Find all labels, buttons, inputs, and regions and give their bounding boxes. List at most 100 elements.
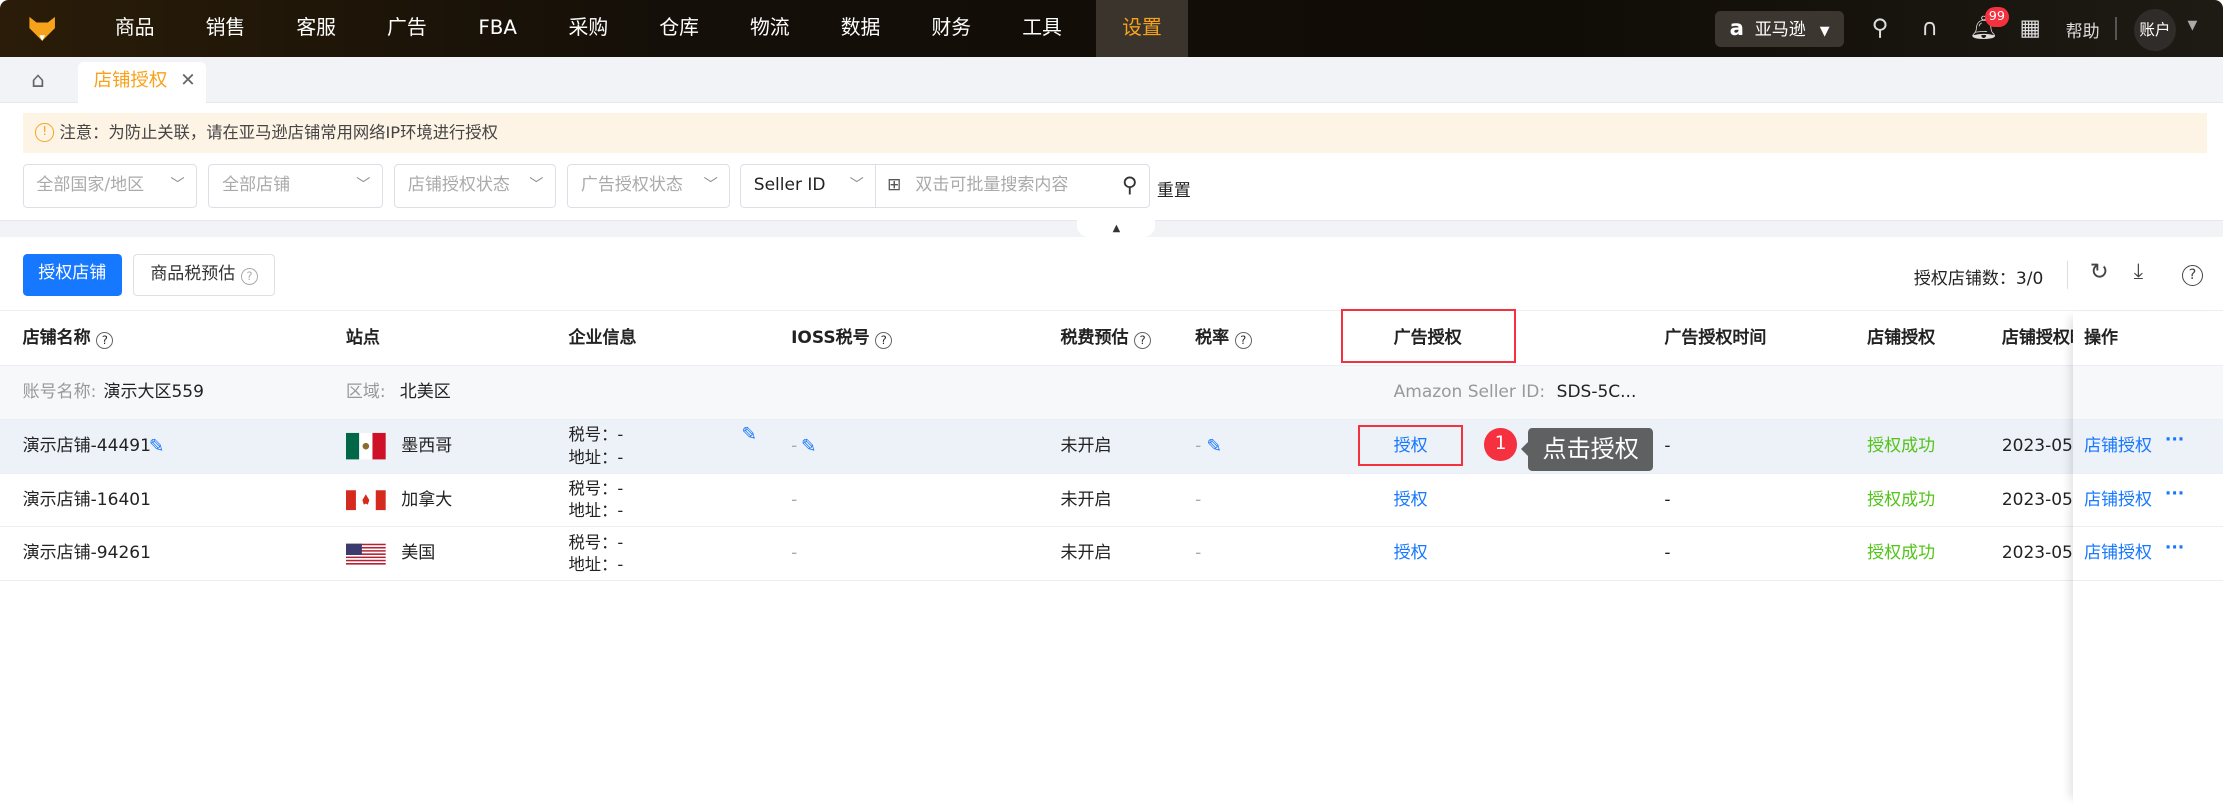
highlight-box [1358,425,1464,467]
close-icon[interactable]: ✕ [180,70,195,91]
tax-rate: - [1195,543,1202,564]
download-icon[interactable]: ⤓ [2134,259,2143,284]
site-name: 美国 [401,543,436,564]
nav-item[interactable]: 商品 [89,0,180,57]
sticky-actions-column [2073,312,2223,804]
group-row: 账号名称: 演示大区559 区域: 北美区 Amazon Seller ID: … [0,365,2223,420]
chevron-down-icon: ﹀ [849,177,864,194]
help-icon[interactable]: ? [2181,264,2204,286]
tooltip-arrow [1521,442,1529,457]
caret-down-icon: ▼ [1819,24,1830,40]
step-badge: 1 [1484,428,1517,461]
tax-id: 税号：- [568,532,624,552]
edit-icon[interactable]: ✎ [149,420,164,474]
ad-auth-status-select[interactable]: 广告授权状态 ﹀ [567,164,731,209]
table-row[interactable]: 演示店铺-16401 加拿大 税号：- 地址：- - 未开启 - 授权 - 授权成功 2023-05… [0,474,2223,528]
chevron-down-icon: ﹀ [529,177,544,194]
store-auth-status: 授权成功 [1867,543,1936,564]
edit-icon[interactable]: ✎ [741,408,756,462]
ad-authorize-link[interactable]: 授权 [1394,527,1428,581]
column-header: 站点 [345,327,380,348]
nav-item[interactable]: 广告 [362,0,453,57]
ioss-value: - [791,435,798,456]
apps-grid-icon[interactable]: ▦ [2017,15,2043,42]
search-icon[interactable]: ⚲ [1867,15,1893,42]
refresh-icon[interactable]: ↻ [2090,259,2109,285]
help-icon[interactable]: ? [96,332,114,350]
amazon-icon: a [1729,16,1744,42]
reset-button[interactable]: 重置 [1157,176,1191,201]
store-auth-status: 授权成功 [1867,435,1936,456]
store-auth-time: 2023-05- [2001,489,2073,510]
site-name: 加拿大 [401,489,453,510]
edit-icon[interactable]: ✎ [1206,420,1221,474]
notice-banner: ! 注意：为防止关联，请在亚马逊店铺常用网络IP环境进行授权 [22,113,2208,154]
batch-grid-icon[interactable]: ⊞ [887,165,901,206]
column-header: IOSS税号? [791,312,893,366]
column-header: 税率? [1195,312,1252,366]
tax-estimate-status: 未开启 [1060,435,1112,456]
nav-item[interactable]: 客服 [271,0,362,57]
authorized-count: 授权店铺数：3/0 [1913,268,2044,289]
tax-id: 税号：- [568,478,624,498]
help-icon[interactable]: ? [875,332,893,350]
fox-logo[interactable] [28,14,56,42]
authorize-store-button[interactable]: 授权店铺 [22,253,122,297]
divider [2115,17,2117,40]
store-auth-status: 授权成功 [1867,489,1936,510]
help-icon[interactable]: ? [1134,332,1152,350]
home-icon[interactable]: ⌂ [31,68,45,93]
headset-icon[interactable]: ∩ [1917,15,1943,42]
tax-estimate-status: 未开启 [1060,543,1112,564]
top-nav: 商品 销售 客服 广告 FBA 采购 仓库 物流 数据 财务 工具 设置 a 亚马逊 ▼ ⚲ ∩ 🔔︎… [0,0,2223,57]
ioss-value: - [791,489,798,510]
column-header: 广告授权时间 [1664,327,1767,348]
column-header: 店铺授权时 [2001,327,2073,348]
tax-rate: - [1195,489,1202,510]
tax-rate: - [1195,435,1202,456]
flag-usa-icon [345,540,386,573]
tax-estimate-button[interactable]: 商品税预估? [133,253,276,297]
ioss-value: - [791,543,798,564]
site-name: 墨西哥 [401,435,453,456]
country-select[interactable]: 全部国家/地区 ﹀ [22,164,198,209]
search-input[interactable]: ⊞ 双击可批量搜索内容 ⚲ [874,164,1150,209]
nav-item[interactable]: 采购 [543,0,634,57]
table-row[interactable]: 演示店铺-94261 美国 税号：- 地址：- - 未开启 - 授权 - 授权成功 2023-05-… [0,527,2223,582]
store-auth-status-select[interactable]: 店铺授权状态 ﹀ [394,164,556,209]
ad-auth-time: - [1664,489,1671,510]
nav-item[interactable]: 物流 [724,0,815,57]
tab-store-auth[interactable]: 店铺授权 ✕ [77,62,206,104]
nav-item[interactable]: 财务 [906,0,997,57]
nav-item[interactable]: 数据 [815,0,906,57]
table-row[interactable]: 演示店铺-44491 ✎ 墨西哥 税号：- 地址：- ✎ - ✎ 未开启 - ✎ 授权 - 授权成功 202… [0,419,2223,474]
platform-selector[interactable]: a 亚马逊 ▼ [1715,11,1845,47]
help-link[interactable]: 帮助 [2066,17,2100,42]
nav-item[interactable]: 工具 [997,0,1088,57]
search-icon[interactable]: ⚲ [1122,165,1138,206]
annotation-tooltip: 点击授权 [1528,428,1654,471]
caret-down-icon[interactable]: ▼ [2188,18,2198,33]
tab-bar [0,56,2223,104]
store-name: 演示店铺-16401 [22,489,151,510]
column-header: 企业信息 [568,327,637,348]
address: 地址：- [568,447,624,467]
nav-item[interactable]: 销售 [180,0,271,57]
chevron-down-icon: ﹀ [170,177,185,194]
nav-item[interactable]: 仓库 [634,0,725,57]
store-name: 演示店铺-44491 [22,435,151,456]
ad-authorize-link[interactable]: 授权 [1394,474,1428,528]
avatar[interactable]: 账户 [2133,8,2177,52]
store-select[interactable]: 全部店铺 ﹀ [208,164,383,209]
collapse-toggle[interactable]: ▲ [1077,219,1156,237]
nav-item[interactable]: FBA [452,0,543,57]
nav-item[interactable]: 设置 [1095,0,1189,57]
search-field-select[interactable]: Seller ID ﹀ [740,164,877,209]
help-icon[interactable]: ? [240,268,258,286]
column-header: 税费预估? [1060,312,1152,366]
notification-badge: 99 [1984,7,2009,27]
column-header: 店铺授权 [1867,327,1936,348]
help-icon[interactable]: ? [1234,332,1252,350]
edit-icon[interactable]: ✎ [801,420,816,474]
ad-auth-time: - [1664,543,1671,564]
